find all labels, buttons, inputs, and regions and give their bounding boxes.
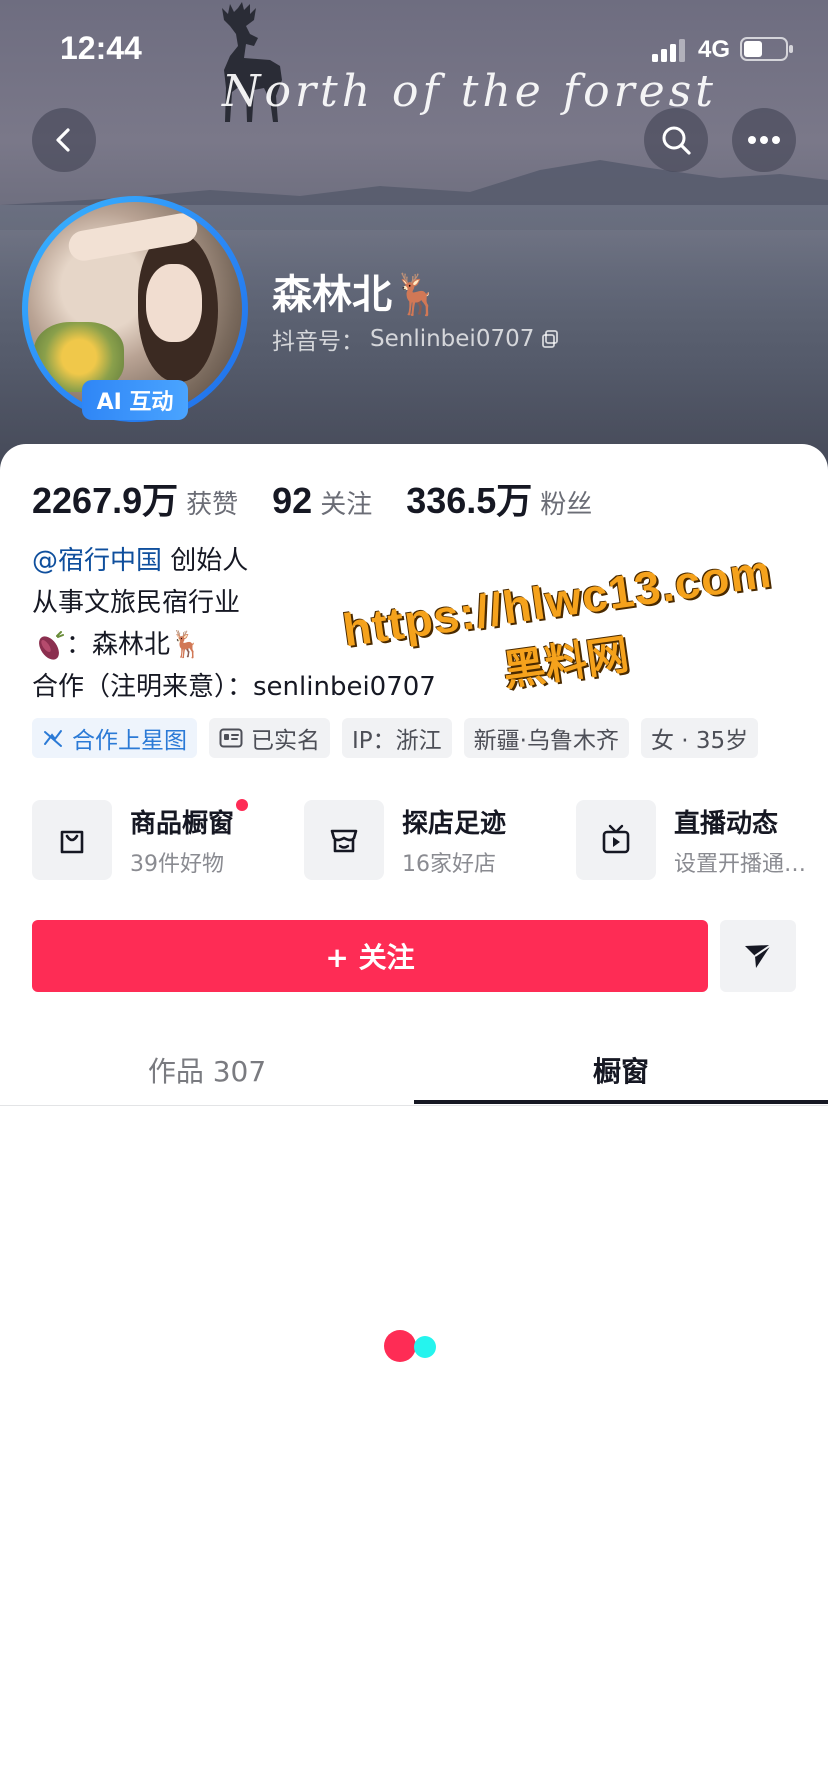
network-type: 4G [698, 36, 731, 63]
service-icon-box [32, 800, 112, 880]
star-map-icon [44, 730, 62, 747]
tag-gender-age: 女 · 35岁 [640, 718, 759, 758]
stat-label: 粉丝 [540, 490, 593, 520]
send-icon [745, 944, 772, 968]
bio-role: 创始人 [162, 546, 249, 576]
service-icon-box [304, 800, 384, 880]
service-title: 直播动态 [674, 808, 779, 839]
tag-label: 合作上星图 [72, 728, 187, 754]
service-subtitle: 设置开播通… [674, 851, 807, 877]
tag-location: 新疆·乌鲁木齐 [463, 718, 629, 758]
service-title: 商品橱窗 [130, 798, 249, 840]
follow-button[interactable]: + 关注 [32, 920, 708, 992]
handle-label: 抖音号： [272, 329, 364, 355]
bio-line3-text: ：森林北🦌 [66, 630, 203, 660]
tab-works[interactable]: 作品 307 [0, 1034, 414, 1106]
search-button[interactable] [644, 108, 708, 172]
stat-value: 2267.9万 [32, 480, 179, 521]
sweet-potato-icon [39, 630, 64, 660]
status-time: 12:44 [60, 30, 142, 66]
tag-ip: IP：浙江 [342, 718, 452, 758]
profile-name: 森林北🦌 [272, 272, 442, 318]
signal-icon [652, 39, 685, 62]
service-store-visits[interactable]: 探店足迹 16家好店 [304, 800, 506, 880]
store-icon [330, 829, 358, 853]
profile-stats: 2267.9万 获赞 92 关注 336.5万 粉丝 [32, 472, 592, 524]
shopping-bag-icon [60, 830, 84, 854]
ai-interaction-badge[interactable]: AI 互动 [82, 380, 188, 420]
stat-value: 92 [272, 480, 313, 521]
stat-value: 336.5万 [406, 480, 533, 521]
tag-label: 已实名 [251, 728, 320, 754]
tv-icon [602, 824, 630, 854]
profile-tags: 合作上星图 已实名 IP：浙江 新疆·乌鲁木齐 女 · 35岁 [32, 718, 759, 758]
more-icon [748, 136, 780, 144]
bio-mention-link[interactable]: @宿行中国 [32, 546, 162, 576]
service-shop-window[interactable]: 商品橱窗 39件好物 [32, 798, 249, 880]
back-button[interactable] [32, 108, 96, 172]
service-title: 探店足迹 [402, 808, 507, 839]
service-subtitle: 16家好店 [402, 851, 496, 877]
status-bar: 12:44 4G [0, 0, 828, 100]
tag-label: 新疆·乌鲁木齐 [473, 728, 619, 754]
copy-icon[interactable] [540, 329, 560, 349]
stat-likes: 2267.9万 获赞 [32, 472, 238, 524]
battery-icon [740, 37, 793, 61]
service-icon-box [576, 800, 656, 880]
stat-label: 获赞 [186, 490, 239, 520]
stat-following[interactable]: 92 关注 [272, 480, 372, 522]
stat-followers[interactable]: 336.5万 粉丝 [406, 472, 592, 524]
notification-dot [236, 798, 249, 811]
handle-id: Senlinbei0707 [370, 326, 535, 352]
active-tab-indicator [414, 1100, 828, 1104]
more-button[interactable] [732, 108, 796, 172]
tag-label: 女 · 35岁 [650, 728, 749, 754]
stat-label: 关注 [320, 490, 373, 520]
service-live-updates[interactable]: 直播动态 设置开播通… [576, 800, 806, 880]
service-entries: 商品橱窗 39件好物 探店足迹 16家好店 直播动态 设置开播通… [32, 798, 822, 880]
douyin-handle[interactable]: 抖音号： Senlinbei0707 [272, 322, 560, 356]
tab-shop-window[interactable]: 橱窗 [414, 1034, 828, 1106]
tag-label: IP：浙江 [352, 728, 442, 754]
content-tabs: 作品 307 橱窗 [0, 1034, 828, 1106]
search-icon [662, 126, 691, 155]
loading-indicator [384, 1330, 444, 1364]
id-card-icon [219, 728, 243, 748]
chevron-left-icon [56, 128, 70, 152]
tag-star-map[interactable]: 合作上星图 [32, 718, 197, 758]
service-subtitle: 39件好物 [130, 851, 224, 877]
share-button[interactable] [720, 920, 796, 992]
